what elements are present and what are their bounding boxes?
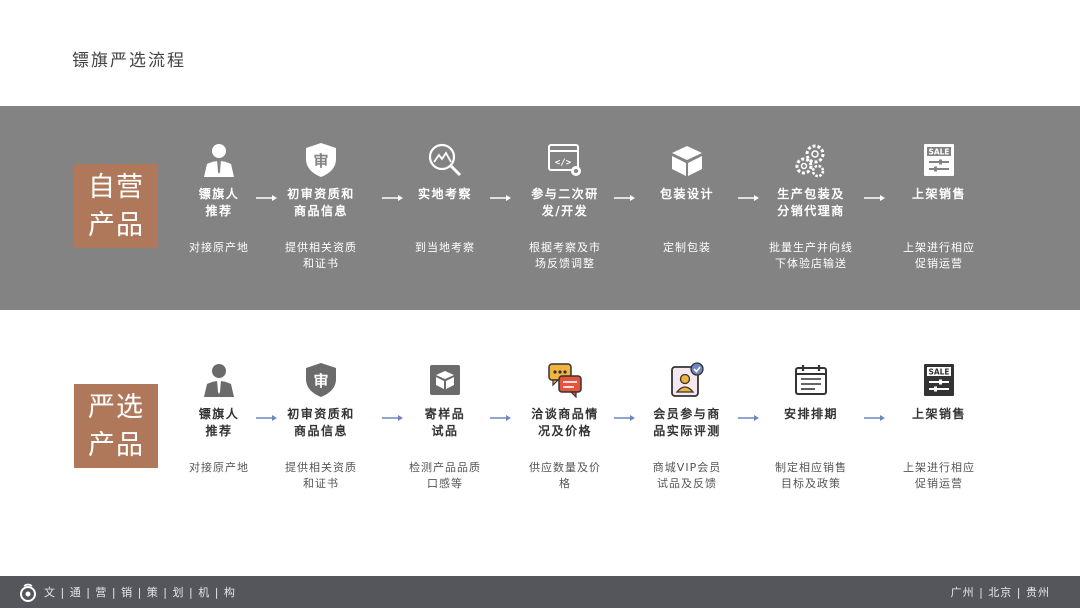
self-operated-tag: 自营产品 [74,164,158,248]
step-label: 上架销售 [911,407,966,421]
step-label: 上架销售 [911,187,966,201]
step-label: 参与二次研 发/开发 [531,187,599,218]
sale-board-icon: SALE [921,142,957,178]
step-label: 包装设计 [659,187,714,201]
self-operated-band: 自营产品 镖旗人 推荐 对接原产地 审 初审资质和 商品信息 提供相关资质 和证… [0,106,1080,310]
sale-icon-text: SALE [928,148,949,157]
step-desc: 制定相应销售 目标及政策 [775,461,847,490]
shield-icon: 审 [303,142,339,178]
step-desc: 提供相关资质 和证书 [285,461,357,490]
page-title: 镖旗严选流程 [72,51,186,71]
magnifier-mountain-icon [427,142,463,178]
shield-icon: 审 [303,362,339,398]
step-label: 安排排期 [783,407,838,421]
step-desc: 批量生产并向线 下体验店输送 [769,241,853,270]
sale-board-icon: SALE [921,362,957,398]
step-label: 初审资质和 商品信息 [287,407,355,438]
footer-brand: 文 | 通 | 营 | 销 | 策 | 划 | 机 | 构 [44,586,236,599]
step-desc: 上架进行相应 促销运营 [903,461,975,490]
footer-cities: 广州 | 北京 | 贵州 [950,586,1050,599]
step-desc: 根据考察及市 场反馈调整 [529,241,601,270]
person-icon [201,362,237,398]
strict-selection-tag: 严选产品 [74,384,158,468]
step-desc: 检测产品品质 口感等 [409,461,481,490]
gears-icon [793,142,829,178]
step-label: 会员参与商 品实际评测 [653,407,721,438]
step-label: 寄样品 试品 [424,407,466,438]
box-icon [669,142,705,178]
person-icon [201,142,237,178]
member-badge-icon [669,362,705,398]
svg-text:</>: </> [555,158,572,168]
brand-logo-icon [18,583,38,603]
step-label: 生产包装及 分销代理商 [777,187,845,218]
shield-icon-text: 审 [313,152,328,170]
code-window-icon: </> [547,142,583,178]
strict-selection-band: 严选产品 镖旗人 推荐 对接原产地 审 初审资质和 商品信息 提供相关资质 和证… [0,326,1080,530]
sample-box-icon [427,362,463,398]
step-desc: 供应数量及价 格 [529,461,601,490]
step-desc: 上架进行相应 促销运营 [903,241,975,270]
step-desc: 到当地考察 [415,241,475,254]
step-label: 实地考察 [417,187,472,201]
step-desc: 定制包装 [663,241,711,254]
step-label: 初审资质和 商品信息 [287,187,355,218]
step-desc: 提供相关资质 和证书 [285,241,357,270]
footer: 文 | 通 | 营 | 销 | 策 | 划 | 机 | 构 广州 | 北京 | … [0,576,1080,608]
step-label: 洽谈商品情 况及价格 [531,407,599,438]
sale-icon-text: SALE [928,368,949,377]
calendar-icon [793,362,829,398]
chat-bubbles-icon [547,362,583,398]
shield-icon-text: 审 [313,372,328,390]
strict-selection-tag-label: 严选产品 [88,392,144,461]
self-operated-tag-label: 自营产品 [88,172,144,241]
step-desc: 商城VIP会员 试品及反馈 [652,461,722,490]
